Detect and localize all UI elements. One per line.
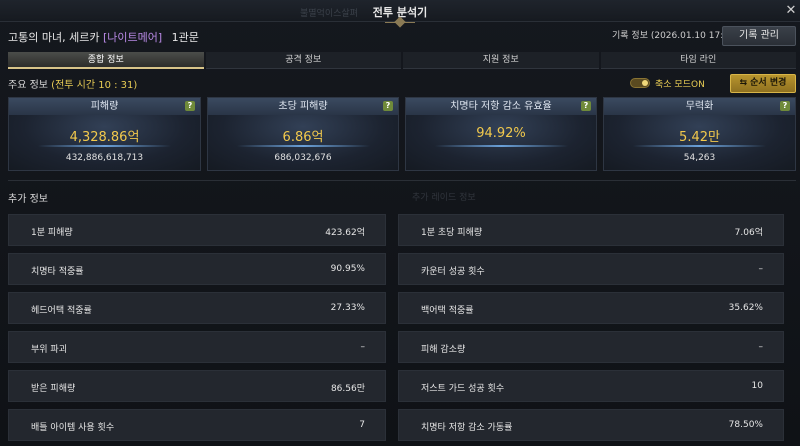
tab-bar: 종합 정보 공격 정보 지원 정보 타임 라인 xyxy=(8,52,796,69)
title-bar: 불멸억이스살펴 전투 분석기 ✕ xyxy=(0,0,800,23)
compact-mode-label: 축소 모드ON xyxy=(655,80,705,90)
extra-row: 부위 파괴 – xyxy=(8,331,386,363)
card-glow-divider xyxy=(236,145,370,147)
row-value: – xyxy=(758,264,764,274)
row-label: 1분 초당 피해량 xyxy=(421,228,483,238)
row-label: 치명타 저항 감소 가동률 xyxy=(421,423,513,433)
extra-row: 저스트 가드 성공 횟수 10 xyxy=(398,370,784,402)
help-icon[interactable]: ? xyxy=(383,101,393,111)
row-label: 치명타 적중률 xyxy=(31,267,84,277)
row-label: 헤드어택 적중률 xyxy=(31,306,92,316)
extra-row: 치명타 적중률 90.95% xyxy=(8,253,386,285)
row-value: 7 xyxy=(359,420,365,430)
main-info-heading: 주요 정보 (전투 시간 10 : 31) xyxy=(8,76,137,91)
extra-row: 백어택 적중률 35.62% xyxy=(398,292,784,324)
card-title: 피해량 xyxy=(9,98,200,115)
card-sub-value: 432,886,618,713 xyxy=(65,153,144,163)
card-sub-value: 686,032,676 xyxy=(274,153,332,163)
stat-card-stagger: 무력화 ? 5.42만 54,263 xyxy=(603,97,796,171)
tab-attack[interactable]: 공격 정보 xyxy=(205,52,401,69)
card-glow-divider xyxy=(37,145,172,147)
tab-support[interactable]: 지원 정보 xyxy=(403,52,599,69)
stat-card-damage: 피해량 ? 4,328.86억 432,886,618,713 xyxy=(8,97,201,171)
card-main-value: 94.92% xyxy=(476,126,526,141)
card-sub-value: 54,263 xyxy=(683,153,716,163)
tab-timeline[interactable]: 타임 라인 xyxy=(600,52,796,69)
row-label: 1분 피해량 xyxy=(31,228,73,238)
extra-row: 1분 초당 피해량 7.06억 xyxy=(398,214,784,246)
row-label: 카운터 성공 횟수 xyxy=(421,267,485,277)
extra-info-label: 추가 정보 xyxy=(8,194,48,205)
close-icon[interactable]: ✕ xyxy=(784,3,798,19)
record-manage-button[interactable]: 기록 관리 xyxy=(722,26,796,46)
row-value: – xyxy=(758,342,764,352)
order-change-button[interactable]: ⇆ 순서 변경 xyxy=(730,74,796,93)
extra-row: 받은 피해량 86.56만 xyxy=(8,370,386,402)
help-icon[interactable]: ? xyxy=(780,101,790,111)
help-icon[interactable]: ? xyxy=(581,101,591,111)
header: 고통의 마녀, 세르카 [나이트메어] 1관문 기록 정보 (2026.01.1… xyxy=(0,22,800,50)
main-info-label: 주요 정보 xyxy=(8,80,48,91)
extra-row: 치명타 저항 감소 가동률 78.50% xyxy=(398,409,784,441)
section-divider xyxy=(8,180,796,181)
extra-row: 배틀 아이템 사용 횟수 7 xyxy=(8,409,386,441)
help-icon[interactable]: ? xyxy=(185,101,195,111)
row-label: 저스트 가드 성공 횟수 xyxy=(421,384,505,394)
row-value: 90.95% xyxy=(330,264,365,274)
toggle-knob xyxy=(642,80,648,86)
compact-mode-toggle[interactable] xyxy=(630,78,650,88)
row-label: 부위 파괴 xyxy=(31,345,67,355)
card-title: 초당 피해량 xyxy=(208,98,398,115)
boss-name-line: 고통의 마녀, 세르카 [나이트메어] 1관문 xyxy=(8,29,199,45)
row-value: 35.62% xyxy=(728,303,763,313)
card-main-value: 4,328.86억 xyxy=(69,130,140,145)
row-value: 423.62억 xyxy=(325,228,365,238)
row-value: 86.56만 xyxy=(330,384,365,394)
combat-analyzer-window: 불멸억이스살펴 전투 분석기 ✕ 고통의 마녀, 세르카 [나이트메어] 1관문… xyxy=(0,0,800,446)
extra-row: 피해 감소량 – xyxy=(398,331,784,363)
card-title: 무력화 xyxy=(604,98,795,115)
row-value: 10 xyxy=(751,381,763,391)
stat-card-dps: 초당 피해량 ? 6.86억 686,032,676 xyxy=(207,97,399,171)
boss-difficulty: [나이트메어] xyxy=(102,31,163,44)
stat-card-crit-resist: 치명타 저항 감소 유효율 ? 94.92% xyxy=(405,97,597,171)
tab-summary[interactable]: 종합 정보 xyxy=(8,52,204,69)
card-main-value: 5.42만 xyxy=(679,130,720,145)
battle-time: (전투 시간 10 : 31) xyxy=(51,80,138,91)
extra-ghost-text: 추가 레이드 정보 xyxy=(412,193,476,203)
card-glow-divider xyxy=(434,145,568,147)
row-value: 27.33% xyxy=(330,303,365,313)
card-main-value: 6.86억 xyxy=(282,130,324,145)
card-title: 치명타 저항 감소 유효율 xyxy=(406,98,596,115)
row-label: 백어택 적중률 xyxy=(421,306,474,316)
row-value: 78.50% xyxy=(728,420,763,430)
swap-icon: ⇆ xyxy=(739,78,748,88)
row-label: 피해 감소량 xyxy=(421,345,466,355)
card-glow-divider xyxy=(632,145,767,147)
row-value: 7.06억 xyxy=(734,228,763,238)
extra-row: 1분 피해량 423.62억 xyxy=(8,214,386,246)
row-label: 배틀 아이템 사용 횟수 xyxy=(31,423,115,433)
extra-row: 헤드어택 적중률 27.33% xyxy=(8,292,386,324)
boss-name: 고통의 마녀, 세르카 xyxy=(8,31,100,44)
row-value: – xyxy=(360,342,366,352)
extra-row: 카운터 성공 횟수 – xyxy=(398,253,784,285)
order-change-label: 순서 변경 xyxy=(750,78,787,88)
row-label: 받은 피해량 xyxy=(31,384,76,394)
boss-gate: 1관문 xyxy=(171,31,199,44)
